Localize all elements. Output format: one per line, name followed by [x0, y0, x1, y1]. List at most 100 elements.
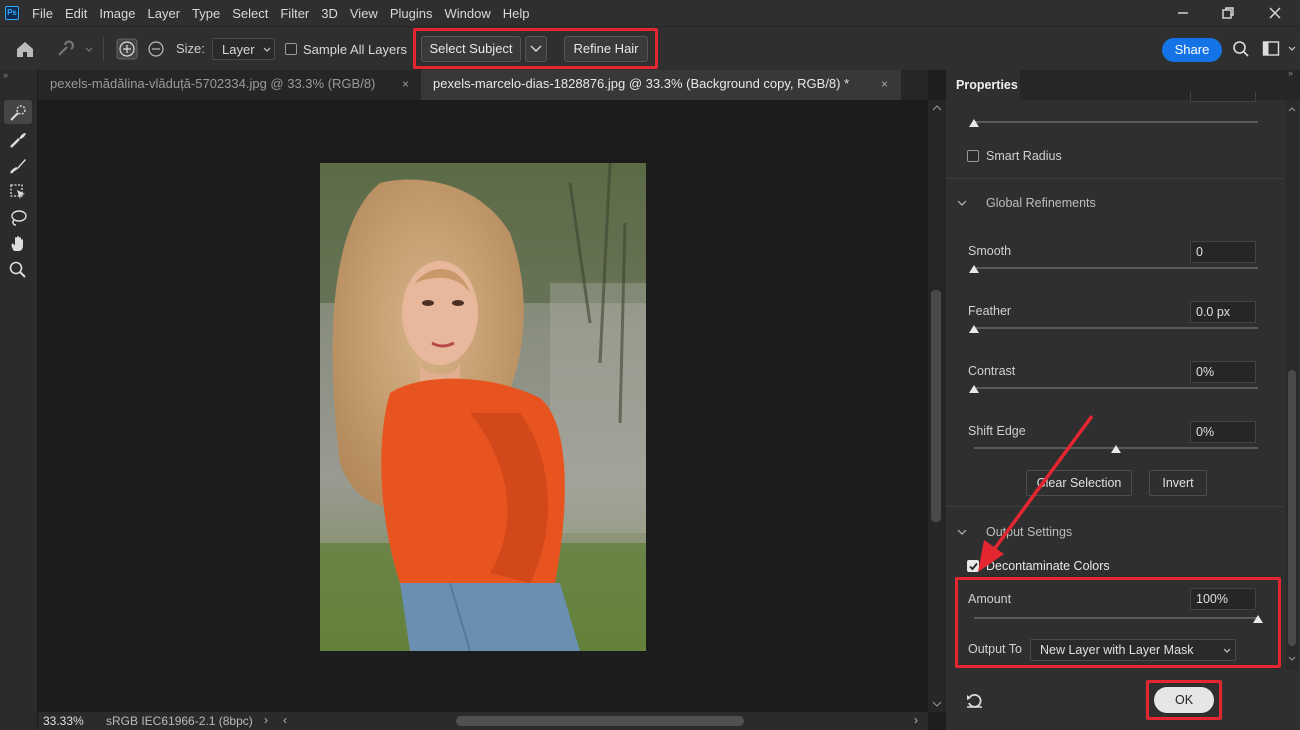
lasso-tool-icon[interactable]	[8, 208, 28, 228]
tools-panel: »	[0, 70, 38, 730]
contrast-field[interactable]: 0%	[1190, 361, 1256, 383]
menu-layer[interactable]: Layer	[148, 6, 181, 21]
size-dropdown-value: Layer	[222, 42, 255, 57]
feather-field[interactable]: 0.0 px	[1190, 301, 1256, 323]
size-dropdown[interactable]: Layer	[212, 38, 275, 60]
radius-slider-track[interactable]	[974, 121, 1258, 123]
invert-button[interactable]: Invert	[1149, 470, 1207, 496]
scroll-down-icon[interactable]	[1288, 656, 1296, 662]
menu-view[interactable]: View	[350, 6, 378, 21]
ok-button[interactable]: OK	[1154, 687, 1214, 713]
subtract-from-selection-icon[interactable]	[146, 38, 166, 60]
menu-file[interactable]: File	[32, 6, 53, 21]
smart-radius-label: Smart Radius	[986, 149, 1062, 163]
feather-slider-track[interactable]	[974, 327, 1258, 329]
color-profile: sRGB IEC61966-2.1 (8bpc)	[106, 714, 253, 728]
quick-selection-preset-icon[interactable]	[55, 39, 95, 59]
sample-all-layers-checkbox[interactable]	[285, 43, 297, 55]
contrast-slider-track[interactable]	[974, 387, 1258, 389]
properties-panel: Properties » Smart Radius Global Refinem…	[946, 68, 1300, 730]
document-tabs: pexels-mădălina-vlăduță-5702334.jpg @ 33…	[38, 70, 928, 100]
brush-tool-icon[interactable]	[8, 156, 28, 176]
amount-slider-knob[interactable]	[1253, 615, 1263, 623]
tab-properties[interactable]: Properties	[946, 70, 1020, 100]
menu-help[interactable]: Help	[503, 6, 530, 21]
restore-icon[interactable]	[1218, 3, 1238, 23]
photoshop-logo: Ps	[5, 6, 19, 20]
reset-icon[interactable]	[965, 692, 985, 710]
amount-field[interactable]: 100%	[1190, 588, 1256, 610]
menu-3d[interactable]: 3D	[321, 6, 338, 21]
status-bar: 33.33% sRGB IEC61966-2.1 (8bpc) › ‹ ›	[38, 712, 928, 730]
tab-document-2[interactable]: pexels-marcelo-dias-1828876.jpg @ 33.3% …	[421, 70, 901, 100]
smooth-slider-knob[interactable]	[969, 265, 979, 273]
annotation-arrow-icon	[978, 414, 1094, 572]
document-image	[320, 163, 646, 651]
panel-scrollbar-thumb[interactable]	[1288, 370, 1296, 646]
smooth-slider-track[interactable]	[974, 267, 1258, 269]
shift-edge-field[interactable]: 0%	[1190, 421, 1256, 443]
chevron-down-icon[interactable]	[957, 529, 967, 536]
menu-type[interactable]: Type	[192, 6, 220, 21]
scroll-down-icon[interactable]	[932, 700, 942, 708]
close-tab-icon[interactable]: ×	[402, 70, 409, 98]
add-to-selection-icon[interactable]	[116, 38, 138, 60]
refine-edge-brush-icon[interactable]	[8, 130, 28, 150]
feather-slider-knob[interactable]	[969, 325, 979, 333]
chevron-right-icon[interactable]: ›	[264, 713, 268, 727]
tab-document-1[interactable]: pexels-mădălina-vlăduță-5702334.jpg @ 33…	[38, 70, 420, 100]
hand-tool-icon[interactable]	[8, 234, 28, 254]
minimize-icon[interactable]	[1173, 3, 1193, 23]
radius-slider-knob[interactable]	[969, 119, 979, 127]
chevron-down-icon	[1223, 648, 1231, 653]
menu-filter[interactable]: Filter	[280, 6, 309, 21]
select-subject-options-button[interactable]	[525, 36, 547, 62]
scroll-up-icon[interactable]	[1288, 106, 1296, 112]
contrast-slider-knob[interactable]	[969, 385, 979, 393]
chevron-left-icon[interactable]: ‹	[283, 713, 287, 727]
shift-edge-slider-knob[interactable]	[1111, 445, 1121, 453]
search-icon[interactable]	[1232, 40, 1250, 58]
smart-radius-checkbox[interactable]	[967, 150, 979, 162]
smooth-label: Smooth	[968, 244, 1012, 258]
sample-all-layers-label: Sample All Layers	[303, 42, 408, 57]
close-window-icon[interactable]	[1265, 3, 1285, 23]
zoom-level[interactable]: 33.33%	[43, 714, 84, 728]
radius-field[interactable]	[1190, 92, 1256, 102]
zoom-tool-icon[interactable]	[8, 260, 28, 280]
smooth-field[interactable]: 0	[1190, 241, 1256, 263]
panel-scrollbar[interactable]	[1286, 100, 1298, 670]
menu-plugins[interactable]: Plugins	[390, 6, 433, 21]
output-to-value: New Layer with Layer Mask	[1040, 643, 1194, 657]
tab-label: pexels-marcelo-dias-1828876.jpg @ 33.3% …	[433, 76, 850, 91]
select-subject-button[interactable]: Select Subject	[421, 36, 521, 62]
menu-window[interactable]: Window	[444, 6, 490, 21]
scroll-up-icon[interactable]	[932, 104, 942, 112]
workspace-icon[interactable]	[1262, 40, 1282, 58]
chevron-down-icon[interactable]	[957, 200, 967, 207]
menu-image[interactable]: Image	[99, 6, 135, 21]
menu-select[interactable]: Select	[232, 6, 268, 21]
menu-bar: Ps File Edit Image Layer Type Select Fil…	[0, 0, 1300, 26]
panel-title: Properties	[956, 78, 1018, 92]
horizontal-scrollbar-thumb[interactable]	[456, 716, 744, 726]
global-refinements-header[interactable]: Global Refinements	[986, 196, 1096, 210]
chevron-right-icon[interactable]: ›	[914, 713, 918, 727]
scrollbar-thumb[interactable]	[931, 290, 941, 522]
chevron-down-icon[interactable]	[1288, 46, 1296, 52]
canvas-area[interactable]	[38, 100, 928, 712]
quick-selection-tool-icon[interactable]	[8, 103, 28, 123]
canvas-vertical-scrollbar[interactable]	[928, 100, 946, 712]
collapse-panel-icon[interactable]: »	[1288, 68, 1293, 78]
output-to-dropdown[interactable]: New Layer with Layer Mask	[1030, 639, 1236, 661]
chevron-down-icon	[530, 45, 542, 52]
collapse-icon[interactable]: »	[3, 70, 8, 80]
close-tab-icon[interactable]: ×	[881, 70, 888, 98]
home-icon[interactable]	[14, 39, 36, 59]
menu-edit[interactable]: Edit	[65, 6, 87, 21]
divider	[103, 37, 104, 61]
object-selection-tool-icon[interactable]	[8, 182, 28, 202]
amount-slider-track[interactable]	[974, 617, 1258, 619]
share-button[interactable]: Share	[1162, 38, 1222, 62]
refine-hair-button[interactable]: Refine Hair	[564, 36, 648, 62]
